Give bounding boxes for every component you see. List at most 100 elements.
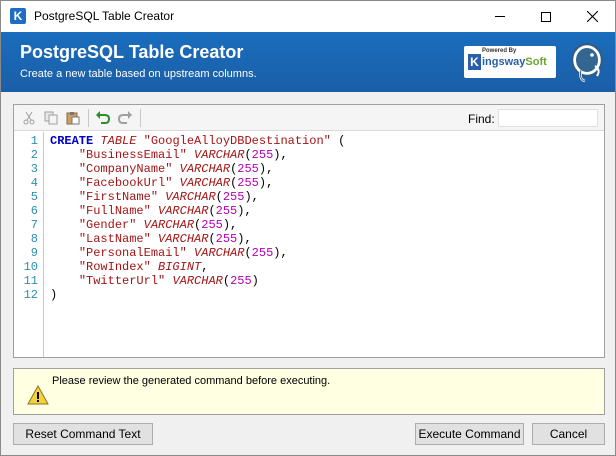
column-trail: )	[251, 274, 259, 288]
line-number: 9	[30, 246, 38, 260]
column-type: VARCHAR	[158, 204, 209, 218]
column-trail: ),	[244, 190, 259, 204]
column-length: 255	[215, 204, 238, 218]
editor-toolbar: Find:	[14, 105, 604, 131]
minimize-icon	[495, 16, 505, 17]
window-title: PostgreSQL Table Creator	[34, 9, 175, 23]
sql-code-area[interactable]: CREATE TABLE "GoogleAlloyDBDestination" …	[50, 132, 600, 357]
column-type: BIGINT	[158, 260, 202, 274]
column-trail: ),	[237, 232, 252, 246]
paste-button[interactable]	[64, 109, 82, 127]
code-line: "FullName" VARCHAR(255),	[78, 204, 252, 218]
redo-icon	[117, 111, 132, 124]
copy-button[interactable]	[42, 109, 60, 127]
column-type: VARCHAR	[172, 274, 223, 288]
find-label: Find:	[468, 112, 495, 126]
line-number: 6	[30, 204, 38, 218]
column-type: VARCHAR	[143, 218, 195, 232]
code-line: "FirstName" VARCHAR(255),	[78, 190, 259, 204]
code-line: "FacebookUrl" VARCHAR(255),	[78, 176, 274, 190]
line-number: 2	[30, 148, 38, 162]
code-line: )	[50, 288, 57, 302]
close-button[interactable]	[569, 1, 615, 32]
copy-icon	[44, 111, 58, 125]
sql-editor-panel: Find: 1 2 3 4 5 6 7 8 9 10 11 12 CREATE …	[13, 104, 605, 358]
undo-icon	[96, 111, 111, 124]
logo-name-b: Soft	[525, 56, 547, 68]
create-keyword: CREATE	[50, 134, 94, 148]
table-name: "GoogleAlloyDBDestination"	[143, 134, 331, 148]
column-trail: ),	[258, 162, 274, 176]
column-name: "FirstName"	[78, 190, 159, 204]
message-text: Please review the generated command befo…	[52, 375, 331, 387]
column-length: 255	[230, 274, 252, 288]
app-icon: K	[10, 8, 26, 24]
column-type: VARCHAR	[179, 162, 231, 176]
table-keyword: TABLE	[100, 134, 137, 148]
code-line: "CompanyName" VARCHAR(255),	[78, 162, 274, 176]
column-type: VARCHAR	[194, 246, 245, 260]
column-trail: ),	[273, 148, 288, 162]
close-icon	[586, 11, 598, 22]
redo-button[interactable]	[116, 109, 134, 127]
code-line: "PersonalEmail" VARCHAR(255),	[78, 246, 288, 260]
toolbar-separator	[88, 109, 89, 127]
column-length: 255	[201, 218, 223, 232]
column-type: VARCHAR	[158, 232, 209, 246]
maximize-button[interactable]	[523, 1, 569, 32]
column-type: VARCHAR	[165, 190, 216, 204]
minimize-button[interactable]	[477, 1, 523, 32]
title-bar: K PostgreSQL Table Creator	[1, 1, 615, 32]
code-line: CREATE TABLE "GoogleAlloyDBDestination" …	[50, 134, 345, 148]
column-name: "CompanyName"	[78, 162, 173, 176]
column-type: VARCHAR	[179, 176, 231, 190]
code-line: "BusinessEmail" VARCHAR(255),	[78, 148, 288, 162]
header-banner: PostgreSQL Table Creator Create a new ta…	[1, 32, 615, 92]
paste-icon	[66, 112, 80, 125]
column-name: "PersonalEmail"	[78, 246, 187, 260]
close-paren: )	[50, 288, 58, 302]
line-number: 10	[23, 260, 38, 274]
line-number: 8	[30, 232, 38, 246]
find-input[interactable]	[498, 109, 598, 127]
banner-subtitle: Create a new table based on upstream col…	[20, 68, 257, 80]
code-line: "Gender" VARCHAR(255),	[78, 218, 238, 232]
line-number: 3	[30, 162, 38, 176]
column-length: 255	[251, 148, 274, 162]
reset-command-button[interactable]: Reset Command Text	[13, 423, 153, 445]
logo-name-a: ingsway	[482, 56, 526, 68]
dialog-window: K PostgreSQL Table Creator PostgreSQL Ta…	[0, 0, 616, 456]
line-number: 1	[30, 134, 38, 148]
cancel-button[interactable]: Cancel	[532, 423, 605, 445]
code-line: "LastName" VARCHAR(255),	[78, 232, 252, 246]
column-trail: ),	[237, 204, 252, 218]
cut-button[interactable]	[20, 109, 38, 127]
column-name: "RowIndex"	[78, 260, 151, 274]
postgresql-elephant-icon	[570, 42, 604, 83]
column-trail: ),	[222, 218, 238, 232]
column-trail: ),	[258, 176, 274, 190]
logo-powered-text: Powered By	[482, 48, 517, 54]
logo-k-icon: K	[468, 54, 481, 70]
column-name: "Gender"	[78, 218, 137, 232]
column-name: "TwitterUrl"	[78, 274, 166, 288]
banner-title: PostgreSQL Table Creator	[20, 42, 244, 62]
line-number: 11	[23, 274, 38, 288]
column-trail: ,	[201, 260, 209, 274]
column-name: "FacebookUrl"	[78, 176, 173, 190]
column-name: "BusinessEmail"	[78, 148, 187, 162]
warning-icon	[27, 385, 49, 405]
maximize-icon	[541, 11, 551, 22]
code-line: "RowIndex" BIGINT,	[50, 260, 209, 274]
column-length: 255	[237, 176, 259, 190]
cut-icon	[23, 111, 35, 125]
column-type: VARCHAR	[194, 148, 245, 162]
toolbar-separator	[140, 109, 141, 127]
undo-button[interactable]	[94, 109, 112, 127]
execute-command-button[interactable]: Execute Command	[415, 423, 524, 445]
column-length: 255	[237, 162, 259, 176]
line-number: 12	[23, 288, 38, 302]
column-trail: ),	[273, 246, 288, 260]
column-length: 255	[222, 190, 245, 204]
line-number: 5	[30, 190, 38, 204]
